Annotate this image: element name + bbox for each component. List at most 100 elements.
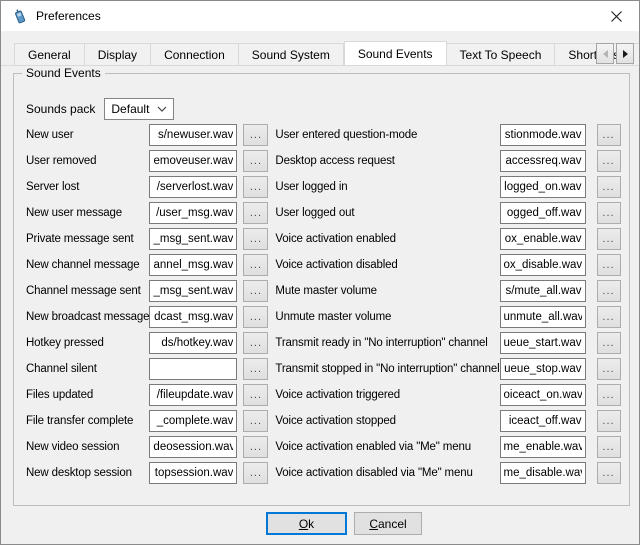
browse-button[interactable]: ... [597, 462, 621, 484]
sound-event-row: Voice activation enabled via "Me" menu .… [275, 436, 620, 458]
browse-button[interactable]: ... [597, 176, 621, 198]
sound-file-input[interactable] [149, 280, 237, 302]
sound-event-label: New user message [26, 207, 149, 219]
sound-file-input[interactable] [500, 280, 586, 302]
tab-scroll-left-button[interactable] [596, 43, 614, 64]
browse-button[interactable]: ... [597, 410, 621, 432]
tab-sound-events[interactable]: Sound Events [344, 41, 447, 66]
sound-file-input[interactable] [500, 332, 586, 354]
sound-event-row: Voice activation triggered ... [275, 384, 620, 406]
sound-file-input[interactable] [149, 306, 237, 328]
app-icon [12, 8, 28, 24]
browse-button[interactable]: ... [243, 462, 268, 484]
tab-display[interactable]: Display [85, 43, 151, 65]
sound-file-input[interactable] [500, 254, 586, 276]
browse-button[interactable]: ... [597, 306, 621, 328]
sound-file-input[interactable] [149, 410, 237, 432]
browse-button[interactable]: ... [243, 228, 268, 250]
sound-file-input[interactable] [500, 436, 586, 458]
sound-file-input[interactable] [149, 462, 237, 484]
browse-button[interactable]: ... [597, 280, 621, 302]
sound-file-input[interactable] [500, 150, 586, 172]
sound-file-input[interactable] [500, 228, 586, 250]
tab-sound-system[interactable]: Sound System [239, 43, 344, 65]
browse-button[interactable]: ... [597, 124, 621, 146]
browse-button[interactable]: ... [597, 436, 621, 458]
sound-file-input[interactable] [149, 436, 237, 458]
browse-button[interactable]: ... [597, 228, 621, 250]
browse-button[interactable]: ... [597, 202, 621, 224]
sound-event-row: Voice activation disabled via "Me" menu … [275, 462, 620, 484]
browse-button[interactable]: ... [243, 410, 268, 432]
sound-event-label: Voice activation disabled [275, 259, 499, 271]
event-column-left: New user ... User removed ... Server los… [26, 124, 268, 488]
browse-button[interactable]: ... [597, 384, 621, 406]
browse-button[interactable]: ... [243, 202, 268, 224]
sound-file-input[interactable] [500, 124, 586, 146]
sound-event-row: Voice activation disabled ... [275, 254, 620, 276]
browse-button[interactable]: ... [243, 254, 268, 276]
ok-button-label: Ok [299, 517, 314, 531]
sound-file-input[interactable] [500, 410, 586, 432]
close-button[interactable] [593, 1, 639, 31]
tab-connection[interactable]: Connection [151, 43, 239, 65]
sounds-pack-select[interactable]: Default [104, 98, 174, 120]
browse-button[interactable]: ... [243, 150, 268, 172]
sound-event-row: Transmit stopped in "No interruption" ch… [275, 358, 620, 380]
sound-event-label: User logged out [275, 207, 499, 219]
sound-file-input[interactable] [149, 384, 237, 406]
browse-button[interactable]: ... [597, 358, 621, 380]
sound-event-row: Desktop access request ... [275, 150, 620, 172]
cancel-button[interactable]: Cancel [354, 512, 422, 535]
browse-button[interactable]: ... [243, 280, 268, 302]
browse-button[interactable]: ... [243, 124, 268, 146]
sound-event-label: Files updated [26, 389, 149, 401]
sound-event-label: File transfer complete [26, 415, 149, 427]
sound-file-input[interactable] [149, 150, 237, 172]
browse-button[interactable]: ... [597, 332, 621, 354]
tab-general[interactable]: General [14, 43, 85, 65]
sound-event-label: New desktop session [26, 467, 149, 479]
browse-button[interactable]: ... [243, 306, 268, 328]
sound-event-label: Voice activation stopped [275, 415, 499, 427]
sound-file-input[interactable] [149, 124, 237, 146]
sound-file-input[interactable] [149, 176, 237, 198]
sound-event-label: Unmute master volume [275, 311, 499, 323]
sound-event-row: Unmute master volume ... [275, 306, 620, 328]
browse-button[interactable]: ... [243, 358, 268, 380]
sound-file-input[interactable] [149, 332, 237, 354]
sound-file-input[interactable] [149, 254, 237, 276]
browse-button[interactable]: ... [243, 176, 268, 198]
sound-file-input[interactable] [149, 228, 237, 250]
sound-events-group: Sound Events Sounds pack Default New use… [13, 73, 630, 506]
browse-button[interactable]: ... [243, 436, 268, 458]
sound-event-label: Desktop access request [275, 155, 499, 167]
tab-scroll-right-button[interactable] [616, 43, 634, 64]
sound-file-input[interactable] [500, 176, 586, 198]
sound-event-label: Server lost [26, 181, 149, 193]
close-icon [611, 11, 622, 22]
sound-file-input[interactable] [149, 202, 237, 224]
browse-button[interactable]: ... [243, 384, 268, 406]
ok-button[interactable]: Ok [266, 512, 347, 535]
sound-file-input[interactable] [500, 462, 586, 484]
browse-button[interactable]: ... [597, 150, 621, 172]
browse-button[interactable]: ... [597, 254, 621, 276]
arrow-left-icon [603, 50, 608, 58]
sound-event-label: New channel message [26, 259, 149, 271]
sound-file-input[interactable] [500, 202, 586, 224]
sound-event-label: Channel message sent [26, 285, 149, 297]
sound-event-row: Transmit ready in "No interruption" chan… [275, 332, 620, 354]
sound-event-label: User logged in [275, 181, 499, 193]
sound-file-input[interactable] [500, 384, 586, 406]
preferences-window: Preferences GeneralDisplayConnectionSoun… [0, 0, 640, 545]
sound-file-input[interactable] [500, 358, 586, 380]
sounds-pack-value: Default [111, 102, 149, 116]
tab-text-to-speech[interactable]: Text To Speech [447, 43, 556, 65]
browse-button[interactable]: ... [243, 332, 268, 354]
sound-event-row: Voice activation enabled ... [275, 228, 620, 250]
sound-file-input[interactable] [500, 306, 586, 328]
chevron-down-icon [157, 106, 167, 112]
sound-event-row: User logged out ... [275, 202, 620, 224]
sound-file-input[interactable] [149, 358, 237, 380]
